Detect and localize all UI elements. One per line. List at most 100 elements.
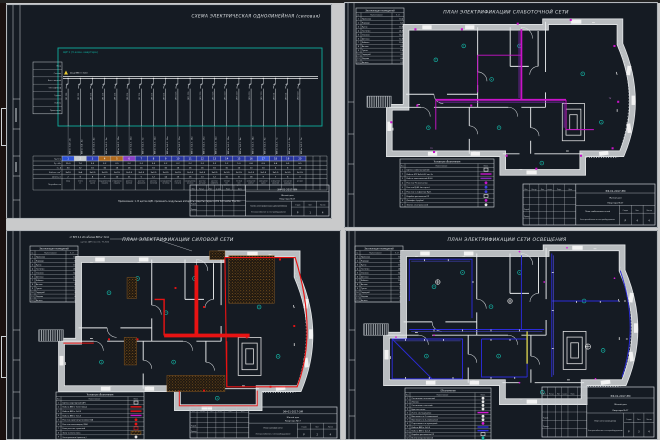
svg-text:14: 14 xyxy=(225,158,229,161)
explication-table: Экспликация помещений№НаименованиеS, м²1… xyxy=(30,246,78,302)
svg-text:3х2,5: 3х2,5 xyxy=(199,172,206,174)
svg-text:7: 7 xyxy=(58,428,59,430)
svg-text:освещение: освещение xyxy=(247,181,256,183)
svg-text:9: 9 xyxy=(358,50,359,52)
svg-text:3х10: 3х10 xyxy=(65,172,71,174)
svg-text:Спальня: Спальня xyxy=(361,272,369,274)
svg-text:1: 1 xyxy=(58,402,59,404)
svg-text:ВВГнг 3х2,5 - 11м: ВВГнг 3х2,5 - 11м xyxy=(130,136,132,154)
svg-text:3х2,5: 3х2,5 xyxy=(126,172,133,174)
svg-text:Жилой дом: Жилой дом xyxy=(287,416,300,419)
svg-text:ВВГнг 3х2,5 - 15м: ВВГнг 3х2,5 - 15м xyxy=(179,136,181,154)
svg-text:3х6: 3х6 xyxy=(78,172,83,174)
svg-text:№ док.: № док. xyxy=(547,188,553,191)
svg-text:3: 3 xyxy=(58,411,59,413)
svg-text:Переключатель проходной: Переключатель проходной xyxy=(412,422,438,425)
svg-text:6: 6 xyxy=(357,276,358,278)
svg-text:8: 8 xyxy=(32,284,33,286)
cad-sheet-set-preview: СХЕМА ЭЛЕКТРИЧЕСКАЯ ОДНОЛИНЕЙНАЯ (силова… xyxy=(0,0,660,440)
svg-text:Провер.: Провер. xyxy=(191,431,197,433)
svg-text:14,2: 14,2 xyxy=(399,34,403,36)
svg-text:Условные обозначения: Условные обозначения xyxy=(87,393,114,396)
svg-text:Поз.: Поз. xyxy=(406,394,410,396)
svg-text:Лист: Лист xyxy=(308,205,312,207)
svg-text:QF9 C16: QF9 C16 xyxy=(164,93,166,100)
sheet-schematic[interactable]: СХЕМА ЭЛЕКТРИЧЕСКАЯ ОДНОЛИНЕЙНАЯ (силова… xyxy=(6,4,332,219)
svg-text:Блок розеток кухонный: Блок розеток кухонный xyxy=(63,427,86,430)
svg-text:розетки: розетки xyxy=(211,181,217,183)
svg-text:Балкон: Балкон xyxy=(36,300,42,302)
svg-text:Ванная: Ванная xyxy=(361,284,367,286)
svg-text:Лист: Лист xyxy=(209,188,213,190)
svg-text:QF15 C10: QF15 C10 xyxy=(237,92,239,100)
svg-text:Провер.: Провер. xyxy=(524,216,530,218)
svg-text:16: 16 xyxy=(103,168,106,170)
svg-text:0,5: 0,5 xyxy=(262,163,266,165)
svg-text:2,2: 2,2 xyxy=(140,163,144,165)
svg-text:ВВГнг 3х2,5 - 13м: ВВГнг 3х2,5 - 13м xyxy=(204,136,206,154)
svg-text:Спальня: Спальня xyxy=(362,34,370,36)
svg-text:Щиток квартирный ЩР1: Щиток квартирный ЩР1 xyxy=(63,401,86,404)
title-block: Изм.Кол.учЛист№ док.Подп.ДатаРазраб.Пров… xyxy=(542,387,654,437)
svg-text:Лента светодиодная: Лента светодиодная xyxy=(412,412,432,414)
svg-text:Подп.: Подп. xyxy=(571,394,576,396)
svg-text:TV: TV xyxy=(430,148,433,150)
svg-text:Схема электрическая однолинейн: Схема электрическая однолинейная xyxy=(250,204,287,207)
svg-text:теплый: теплый xyxy=(224,180,230,183)
svg-text:9: 9 xyxy=(263,176,265,178)
svg-text:стиральная: стиральная xyxy=(112,181,121,183)
svg-text:Домофон (трубка): Домофон (трубка) xyxy=(407,199,425,202)
svg-text:10: 10 xyxy=(356,292,358,294)
svg-text:QF7 C16: QF7 C16 xyxy=(139,93,141,100)
svg-text:7: 7 xyxy=(32,280,33,282)
svg-text:5: 5 xyxy=(407,412,408,414)
svg-text:6: 6 xyxy=(58,424,59,426)
svg-text:10: 10 xyxy=(357,54,359,56)
svg-text:3х1,5: 3х1,5 xyxy=(248,172,255,174)
svg-text:Кабель, мм²: Кабель, мм² xyxy=(49,171,61,174)
svg-text:Лист: Лист xyxy=(557,394,561,396)
svg-text:освещение: освещение xyxy=(271,181,280,183)
svg-text:16: 16 xyxy=(201,168,204,170)
svg-text:Кабель ВВГнг 3х2,5: Кабель ВВГнг 3х2,5 xyxy=(63,410,82,413)
svg-text:Наименование: Наименование xyxy=(89,398,101,400)
svg-text:5: 5 xyxy=(402,187,403,189)
svg-text:Стадия: Стадия xyxy=(295,205,300,207)
svg-text:3х1,5: 3х1,5 xyxy=(285,172,292,174)
svg-text:санузлов: санузлов xyxy=(272,183,279,185)
svg-text:4: 4 xyxy=(648,431,650,434)
svg-text:Прихожая: Прихожая xyxy=(361,257,370,259)
svg-text:Балкон: Балкон xyxy=(362,62,368,64)
svg-text:Разраб.: Разраб. xyxy=(543,417,549,420)
svg-text:Р: Р xyxy=(297,211,299,214)
svg-text:Детская: Детская xyxy=(361,276,368,278)
svg-text:ВВГнг 3х2,5 - 16м: ВВГнг 3х2,5 - 16м xyxy=(191,136,193,154)
svg-text:ВВГнг 3х6 - 6м: ВВГнг 3х6 - 6м xyxy=(82,139,84,154)
svg-text:Кабель UTP 4х2х0,52 кат.5е: Кабель UTP 4х2х0,52 кат.5е xyxy=(407,173,434,176)
svg-text:4: 4 xyxy=(402,183,403,185)
svg-text:3: 3 xyxy=(32,264,33,266)
svg-text:Гостиная: Гостиная xyxy=(362,30,370,32)
svg-text:Лист: Лист xyxy=(210,410,214,412)
svg-text:Звонок электрический: Звонок электрический xyxy=(407,204,429,207)
svg-text:Лист: Лист xyxy=(315,427,319,429)
svg-text:Кол.уч: Кол.уч xyxy=(200,410,205,412)
svg-text:10: 10 xyxy=(407,430,409,432)
svg-text:S, м²: S, м² xyxy=(395,252,399,255)
svg-text:1,2: 1,2 xyxy=(225,163,229,165)
svg-text:пол: пол xyxy=(225,183,228,185)
svg-text:11: 11 xyxy=(189,158,193,161)
svg-text:QF2 C32: QF2 C32 xyxy=(78,93,80,100)
svg-text:Коробка распаячная КР: Коробка распаячная КР xyxy=(407,195,430,198)
sheet-plan-power[interactable]: ПЛАН ЭЛЕКТРИФИКАЦИИ СИЛОВОЙ СЕТИ Эксплик… xyxy=(6,230,341,440)
svg-text:Детская: Детская xyxy=(362,38,369,40)
sheet-plan-lighting[interactable]: ПЛАН ЭЛЕКТРИФИКАЦИИ СЕТИ ОСВЕЩЕНИЯ Экспл… xyxy=(345,230,658,440)
sheet-plan-low-current[interactable]: ПЛАН ЭЛЕКТРИФИКАЦИИ СЛАБОТОЧНОЙ СЕТИ Экс… xyxy=(344,2,658,228)
svg-text:QF11 C16: QF11 C16 xyxy=(188,92,190,100)
svg-text:16: 16 xyxy=(213,168,216,170)
svg-text:1,0: 1,0 xyxy=(237,163,241,165)
svg-text:3х2,5: 3х2,5 xyxy=(102,172,109,174)
title-block: Изм.Кол.учЛист№ док.Подп.ДатаРазраб.Пров… xyxy=(190,407,337,438)
svg-text:Квартира №17: Квартира №17 xyxy=(607,201,624,204)
svg-text:2,2: 2,2 xyxy=(127,163,131,165)
